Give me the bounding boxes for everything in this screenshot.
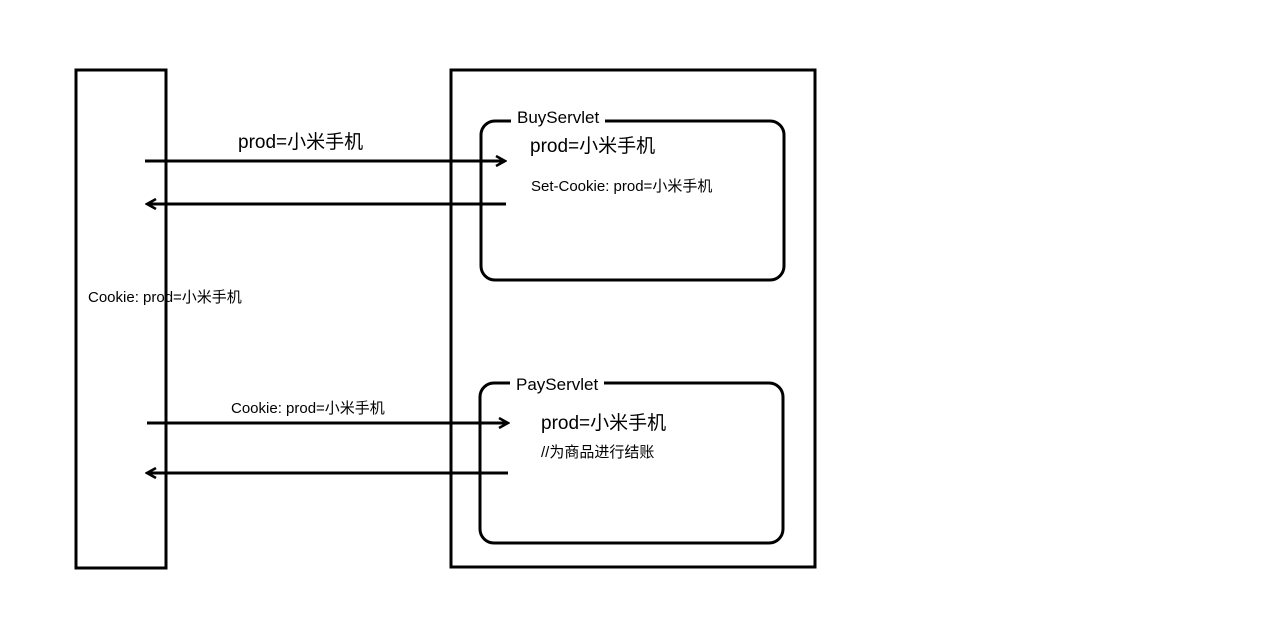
payservlet-param: prod=小米手机 bbox=[541, 413, 667, 434]
diagram-canvas bbox=[74, 68, 817, 570]
browser-box bbox=[74, 68, 168, 570]
buyservlet-title: BuyServlet bbox=[511, 109, 606, 126]
buyservlet-param: prod=小米手机 bbox=[530, 136, 656, 157]
buyservlet-set-cookie: Set-Cookie: prod=小米手机 bbox=[531, 178, 713, 195]
payservlet-box bbox=[478, 381, 785, 545]
payservlet-title: PayServlet bbox=[510, 376, 605, 393]
browser-cookie-label: Cookie: prod=小米手机 bbox=[88, 289, 242, 306]
request-1-label: prod=小米手机 bbox=[238, 132, 364, 153]
payservlet-comment: //为商品进行结账 bbox=[541, 444, 655, 461]
request-2-label: Cookie: prod=小米手机 bbox=[231, 400, 385, 417]
